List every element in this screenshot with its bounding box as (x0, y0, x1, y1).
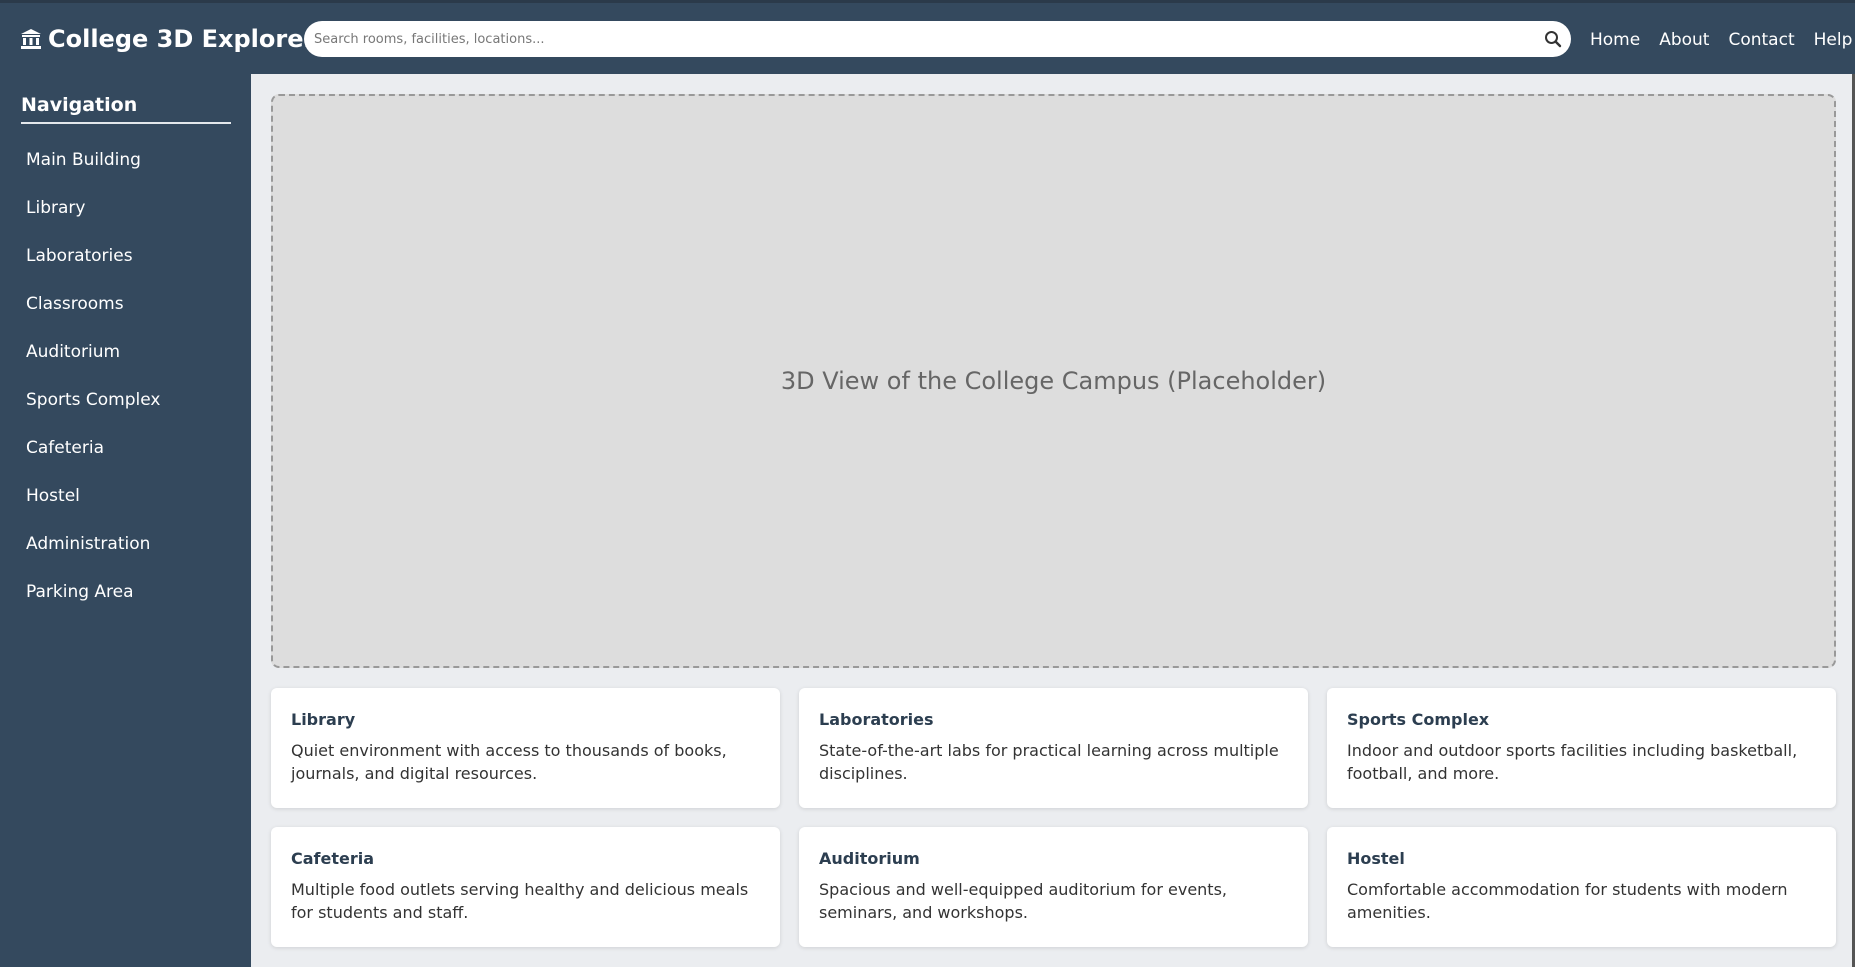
brand-logo[interactable]: College 3D Explorer (20, 25, 315, 53)
facility-cards: Library Quiet environment with access to… (271, 688, 1836, 947)
sidebar-item-administration[interactable]: Administration (21, 520, 231, 568)
card-description: Indoor and outdoor sports facilities inc… (1347, 741, 1798, 783)
sidebar-item-main-building[interactable]: Main Building (21, 136, 231, 184)
nav-link-about[interactable]: About (1659, 30, 1709, 50)
sidebar-item-library[interactable]: Library (21, 184, 231, 232)
card-description: Spacious and well-equipped auditorium fo… (819, 880, 1227, 922)
card-description: State-of-the-art labs for practical lear… (819, 741, 1279, 783)
facility-card-auditorium[interactable]: Auditorium Spacious and well-equipped au… (799, 827, 1308, 947)
facility-card-hostel[interactable]: Hostel Comfortable accommodation for stu… (1327, 827, 1836, 947)
sidebar-item-cafeteria[interactable]: Cafeteria (21, 424, 231, 472)
card-title: Hostel (1347, 849, 1405, 868)
nav-link-contact[interactable]: Contact (1728, 30, 1794, 50)
sidebar-item-parking-area[interactable]: Parking Area (21, 568, 231, 616)
search-bar (304, 21, 1571, 57)
sidebar-item-classrooms[interactable]: Classrooms (21, 280, 231, 328)
card-description: Comfortable accommodation for students w… (1347, 880, 1788, 922)
card-title: Cafeteria (291, 849, 375, 868)
card-title: Library (291, 710, 356, 729)
viewer-placeholder-text: 3D View of the College Campus (Placehold… (780, 367, 1327, 395)
nav-link-home[interactable]: Home (1590, 30, 1640, 50)
main-content: 3D View of the College Campus (Placehold… (271, 94, 1836, 947)
sidebar-list: Main Building Library Laboratories Class… (21, 136, 231, 616)
card-title: Sports Complex (1347, 710, 1490, 729)
campus-3d-viewer[interactable]: 3D View of the College Campus (Placehold… (271, 94, 1836, 668)
top-nav: Home About Contact Help (1590, 3, 1855, 77)
sidebar: Navigation Main Building Library Laborat… (0, 74, 251, 967)
facility-card-sports-complex[interactable]: Sports Complex Indoor and outdoor sports… (1327, 688, 1836, 808)
building-columns-icon (20, 28, 42, 50)
sidebar-title: Navigation (21, 94, 231, 124)
card-description: Quiet environment with access to thousan… (291, 741, 727, 783)
card-description: Multiple food outlets serving healthy an… (291, 880, 749, 922)
facility-card-library[interactable]: Library Quiet environment with access to… (271, 688, 780, 808)
sidebar-item-sports-complex[interactable]: Sports Complex (21, 376, 231, 424)
top-header: College 3D Explorer Home About Contact H… (0, 0, 1855, 74)
brand-title: College 3D Explorer (48, 24, 316, 53)
search-icon[interactable] (1535, 21, 1571, 57)
sidebar-item-auditorium[interactable]: Auditorium (21, 328, 231, 376)
nav-link-help[interactable]: Help (1814, 30, 1853, 50)
search-input[interactable] (314, 24, 1535, 54)
card-title: Laboratories (819, 710, 934, 729)
facility-card-laboratories[interactable]: Laboratories State-of-the-art labs for p… (799, 688, 1308, 808)
sidebar-item-hostel[interactable]: Hostel (21, 472, 231, 520)
card-title: Auditorium (819, 849, 920, 868)
sidebar-item-laboratories[interactable]: Laboratories (21, 232, 231, 280)
facility-card-cafeteria[interactable]: Cafeteria Multiple food outlets serving … (271, 827, 780, 947)
